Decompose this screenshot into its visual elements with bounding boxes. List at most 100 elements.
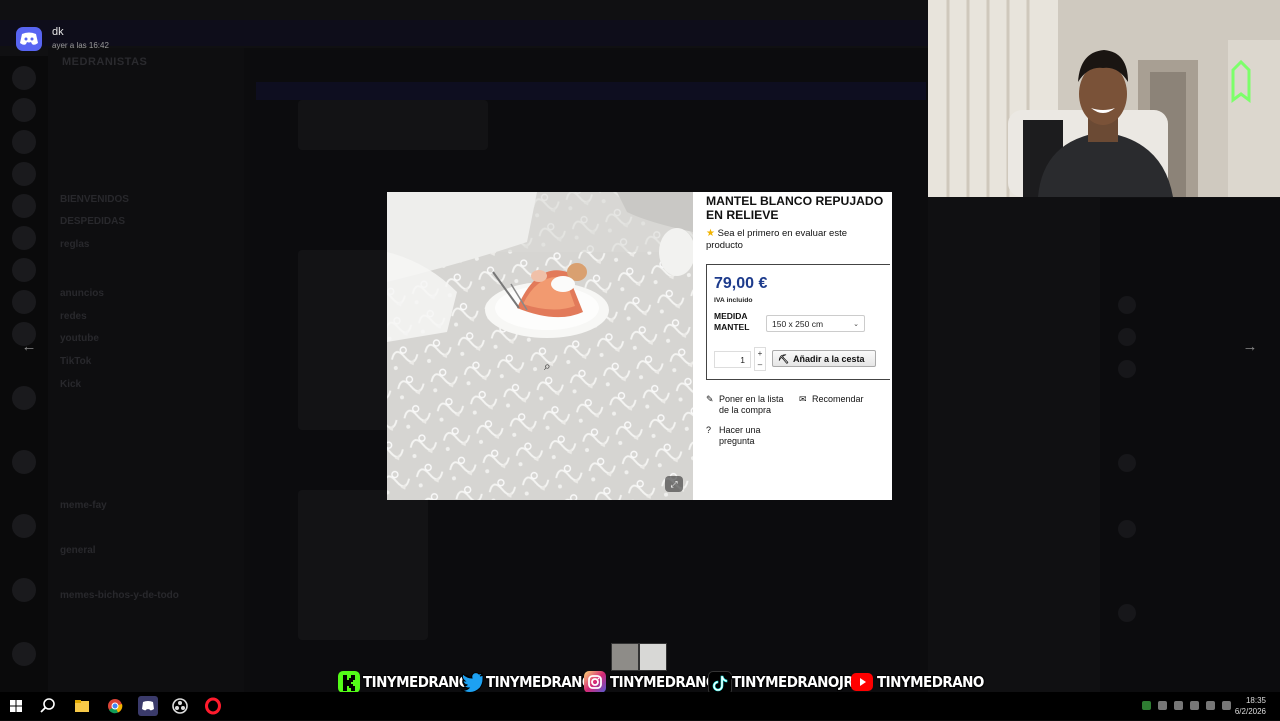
avatar[interactable] [1118,454,1136,472]
server-icon[interactable] [12,514,36,538]
channel-item[interactable]: youtube [60,333,99,344]
volume-icon[interactable] [1222,701,1231,710]
network-icon[interactable] [1206,701,1215,710]
server-icon[interactable] [12,642,36,666]
measure-select[interactable]: 150 x 250 cm ⌄ [766,315,865,332]
measure-value: 150 x 250 cm [772,319,824,329]
channel-item[interactable]: Kick [60,379,81,390]
clock-time: 18:35 [1245,696,1266,705]
pencil-icon: ✎ [706,394,714,404]
recommend-label: Recomendar [812,394,864,404]
taskbar: 18:35 6/2/2026 [0,692,1280,720]
server-icon[interactable] [12,226,36,250]
channel-item[interactable]: TikTok [60,356,91,367]
windows-start-icon[interactable] [6,696,26,716]
server-icon[interactable] [12,162,36,186]
channel-item[interactable]: BIENVENIDOS [60,194,129,205]
opera-icon[interactable] [203,696,223,716]
server-icon[interactable] [12,130,36,154]
avatar[interactable] [1118,328,1136,346]
chevron-down-icon: ⌄ [853,321,859,328]
rating-link[interactable]: ★ Sea el primero en evaluar este product… [706,228,882,252]
zoom-cursor-icon: ⌕ [544,359,551,373]
server-list [0,56,48,692]
chat-notice-bar [256,82,926,100]
channel-item[interactable]: DESPEDIDAS [60,216,125,227]
thumbnail-image[interactable] [611,643,639,671]
chat-image[interactable] [298,490,428,640]
chat-image[interactable] [298,100,488,150]
ask-question-link[interactable]: ? Hacer una pregunta [706,425,776,447]
quantity-input[interactable]: 1 [714,351,751,368]
product-lightbox: ⌕ ⤢ MANTEL BLANCO REPUJADO EN RELIEVE ★ … [387,192,892,500]
clock-date: 6/2/2026 [1234,707,1266,716]
tray-icon[interactable] [1190,701,1199,710]
channel-item[interactable]: meme-fay [60,500,107,511]
discord-icon[interactable] [138,696,158,716]
envelope-icon: ✉ [799,394,807,404]
notification-sender: dk [52,26,64,38]
price: 79,00 € [714,275,768,292]
server-icon[interactable] [12,290,36,314]
ask-label: Hacer una pregunta [719,425,761,446]
chrome-icon[interactable] [105,696,125,716]
star-icon: ★ [706,228,715,239]
server-icon[interactable] [12,66,36,90]
tray-icon[interactable] [1174,701,1183,710]
server-icon[interactable] [12,578,36,602]
server-icon[interactable] [12,98,36,122]
rating-text: Sea el primero en evaluar este producto [706,228,847,251]
add-to-cart-button[interactable]: ⛏ Añadir a la cesta [772,350,876,367]
avatar[interactable] [1118,604,1136,622]
server-icon[interactable] [12,194,36,218]
twitter-icon [460,671,484,694]
wishlist-link[interactable]: ✎ Poner en la lista de la compra [706,394,796,416]
file-explorer-icon[interactable] [72,696,92,716]
avatar[interactable] [1118,520,1136,538]
avatar[interactable] [1118,360,1136,378]
discord-icon [16,27,42,51]
tax-note: IVA incluido [714,297,753,304]
quantity-stepper[interactable]: + – [754,347,766,371]
recommend-link[interactable]: ✉ Recomendar [799,394,891,405]
measure-label: MEDIDA MANTEL [714,311,750,332]
server-name[interactable]: MEDRANISTAS [62,56,147,68]
channel-item[interactable]: memes-bichos-y-de-todo [60,590,179,601]
thumbnail-image[interactable] [639,643,667,671]
avatar[interactable] [1118,296,1136,314]
tray-icon[interactable] [1158,701,1167,710]
thumbnail-strip [611,643,667,671]
obs-icon[interactable] [170,696,190,716]
instagram-icon [584,671,606,693]
add-to-cart-label: Añadir a la cesta [793,354,865,364]
cart-icon: ⛏ [778,354,790,364]
youtube-icon [851,673,873,691]
tiktok-handle: TINYMEDRANOJR [732,673,854,691]
buy-box: 79,00 € IVA incluido MEDIDA MANTEL 150 x… [706,264,890,380]
search-icon[interactable] [38,696,58,716]
member-list [1100,198,1280,692]
server-icon[interactable] [12,386,36,410]
channel-item[interactable]: redes [60,311,87,322]
product-image[interactable]: ⌕ ⤢ [387,192,693,500]
channel-item[interactable]: general [60,545,96,556]
kick-handle: TINYMEDRANO [363,673,470,691]
clock[interactable]: 18:35 6/2/2026 [1235,695,1266,717]
channel-item[interactable]: anuncios [60,288,104,299]
server-icon[interactable] [12,258,36,282]
product-title: MANTEL BLANCO REPUJADO EN RELIEVE [706,194,884,222]
channel-item[interactable]: reglas [60,239,89,250]
notification-time: ayer a las 16:42 [52,41,109,50]
expand-icon[interactable]: ⤢ [665,476,683,492]
product-info: MANTEL BLANCO REPUJADO EN RELIEVE ★ Sea … [706,192,892,500]
discord-notification[interactable]: dk ayer a las 16:42 [14,24,214,54]
webcam-overlay [928,0,1280,197]
youtube-handle: TINYMEDRANO [877,673,984,691]
instagram-handle: TINYMEDRANO [610,673,717,691]
previous-arrow-icon[interactable]: ← [18,336,40,358]
tray-icon[interactable] [1142,701,1151,710]
next-arrow-icon[interactable]: → [1239,336,1261,358]
kick-icon [338,671,360,693]
server-icon[interactable] [12,450,36,474]
twitter-handle: TINYMEDRANO [486,673,593,691]
